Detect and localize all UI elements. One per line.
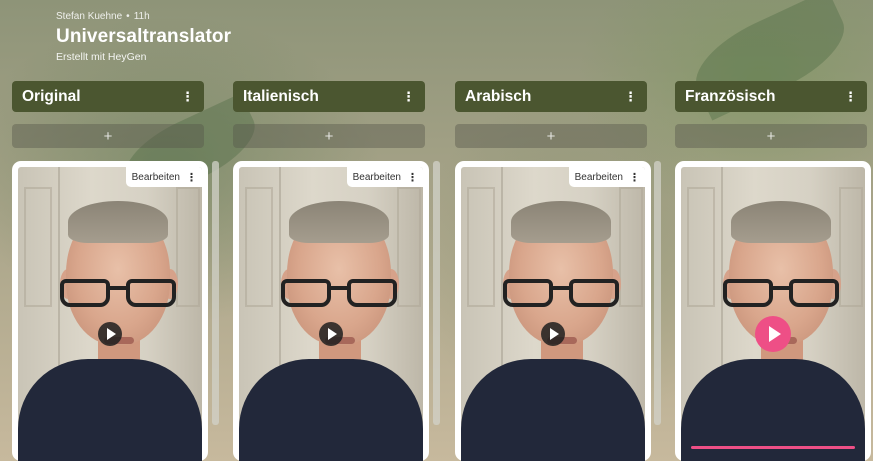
video-card[interactable] (675, 161, 871, 461)
column-original: Original ⋮ + (12, 81, 204, 148)
video-card[interactable]: Bearbeiten ⋮ (12, 161, 208, 461)
play-button[interactable] (319, 322, 343, 346)
video-thumbnail[interactable] (681, 167, 865, 461)
author-name[interactable]: Stefan Kuehne (56, 11, 122, 22)
scrollbar[interactable] (654, 161, 661, 425)
card-menu-icon[interactable]: ⋮ (186, 171, 197, 184)
edit-button[interactable]: Bearbeiten (575, 172, 623, 183)
column-arabisch: Arabisch ⋮ + (455, 81, 647, 148)
edit-chip: Bearbeiten ⋮ (346, 167, 423, 187)
play-icon (328, 328, 337, 340)
edit-chip: Bearbeiten ⋮ (568, 167, 645, 187)
post-meta: Stefan Kuehne • 11h (56, 11, 231, 22)
column-menu-icon[interactable]: ⋮ (844, 90, 857, 103)
scrollbar[interactable] (212, 161, 219, 425)
column-franzoesisch: Französisch ⋮ + (675, 81, 867, 148)
video-card[interactable]: Bearbeiten ⋮ (233, 161, 429, 461)
video-thumbnail[interactable]: Bearbeiten ⋮ (239, 167, 423, 461)
column-header: Italienisch ⋮ (233, 81, 425, 112)
edit-chip: Bearbeiten ⋮ (125, 167, 202, 187)
play-button[interactable] (755, 316, 791, 352)
add-item-button[interactable]: + (12, 124, 204, 148)
play-button[interactable] (98, 322, 122, 346)
card-menu-icon[interactable]: ⋮ (629, 171, 640, 184)
column-italienisch: Italienisch ⋮ + (233, 81, 425, 148)
column-title: Original (22, 87, 81, 105)
play-icon (768, 326, 781, 342)
column-header: Original ⋮ (12, 81, 204, 112)
play-icon (107, 328, 116, 340)
play-icon (550, 328, 559, 340)
video-progress-bar[interactable] (691, 446, 855, 449)
post-header: Stefan Kuehne • 11h Universaltranslator … (56, 11, 231, 63)
column-title: Arabisch (465, 87, 532, 105)
add-item-button[interactable]: + (455, 124, 647, 148)
video-thumbnail[interactable]: Bearbeiten ⋮ (461, 167, 645, 461)
column-title: Italienisch (243, 87, 319, 105)
add-item-button[interactable]: + (675, 124, 867, 148)
card-menu-icon[interactable]: ⋮ (407, 171, 418, 184)
column-header: Arabisch ⋮ (455, 81, 647, 112)
video-card[interactable]: Bearbeiten ⋮ (455, 161, 651, 461)
video-thumbnail[interactable]: Bearbeiten ⋮ (18, 167, 202, 461)
scrollbar[interactable] (433, 161, 440, 425)
play-button[interactable] (541, 322, 565, 346)
column-title: Französisch (685, 87, 776, 105)
column-menu-icon[interactable]: ⋮ (624, 90, 637, 103)
column-menu-icon[interactable]: ⋮ (181, 90, 194, 103)
add-item-button[interactable]: + (233, 124, 425, 148)
page-subtitle: Erstellt mit HeyGen (56, 51, 147, 63)
edit-button[interactable]: Bearbeiten (353, 172, 401, 183)
meta-separator: • (126, 11, 130, 22)
edit-button[interactable]: Bearbeiten (132, 172, 180, 183)
column-menu-icon[interactable]: ⋮ (402, 90, 415, 103)
column-header: Französisch ⋮ (675, 81, 867, 112)
page-title: Universaltranslator (56, 26, 232, 47)
post-age: 11h (133, 11, 150, 22)
